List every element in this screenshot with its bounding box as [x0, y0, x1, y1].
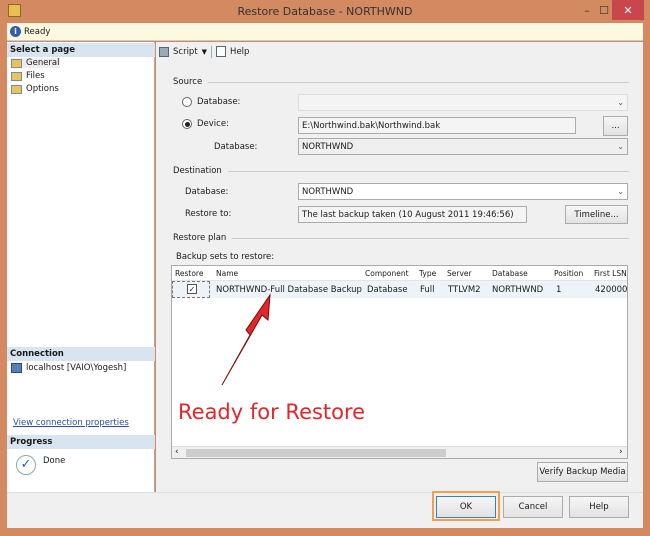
- column-header[interactable]: Component: [365, 269, 409, 278]
- ready-for-restore-annotation: Ready for Restore: [178, 400, 366, 424]
- device-path-field[interactable]: E:\Northwind.bak\Northwind.bak: [298, 117, 576, 134]
- grid-header: Restore Name Component Type Server Datab…: [172, 266, 627, 281]
- column-header[interactable]: Restore: [175, 269, 203, 278]
- destination-database-value: NORTHWND: [302, 186, 354, 197]
- view-connection-properties-link[interactable]: View connection properties: [13, 418, 129, 428]
- page-options[interactable]: Options: [11, 84, 59, 94]
- device-radio[interactable]: [182, 119, 192, 129]
- connection-label: localhost [VAIO\Yogesh]: [26, 363, 127, 373]
- scrollbar-thumb[interactable]: [186, 449, 446, 457]
- cancel-button[interactable]: Cancel: [503, 496, 563, 518]
- destination-header: Destination: [173, 166, 222, 176]
- column-header[interactable]: Name: [216, 269, 238, 278]
- restore-to-field: The last backup taken (10 August 2011 19…: [298, 206, 527, 223]
- backup-first-lsn: 42000000: [595, 284, 628, 295]
- maximize-button[interactable]: ☐: [596, 0, 612, 20]
- device-path-value: E:\Northwind.bak\Northwind.bak: [302, 120, 441, 131]
- page-icon: [11, 58, 22, 68]
- destination-section: Destination: [173, 166, 629, 176]
- column-header[interactable]: Database: [492, 269, 528, 278]
- backup-type: Full: [420, 284, 435, 295]
- horizontal-scrollbar[interactable]: ‹ ›: [172, 446, 627, 458]
- restore-to-value: The last backup taken (10 August 2011 19…: [302, 209, 514, 220]
- status-text: Ready: [24, 26, 51, 37]
- page-general[interactable]: General: [11, 58, 60, 68]
- page-icon: [11, 84, 22, 94]
- connection-item: localhost [VAIO\Yogesh]: [11, 363, 126, 373]
- restore-to-label: Restore to:: [185, 209, 232, 219]
- connection-header: Connection: [7, 347, 155, 361]
- restore-plan-header: Restore plan: [173, 233, 227, 243]
- backup-database: NORTHWND: [492, 284, 544, 295]
- source-database-label: Database:: [197, 97, 241, 107]
- destination-database-combo[interactable]: NORTHWND ⌄: [298, 183, 628, 200]
- red-arrow-annotation: [221, 293, 271, 386]
- help-dialog-button[interactable]: Help: [569, 496, 629, 518]
- browse-device-button[interactable]: ...: [603, 116, 628, 136]
- window-title: Restore Database - NORTHWND: [237, 5, 413, 18]
- page-label: Options: [26, 84, 59, 94]
- help-icon: [216, 46, 227, 57]
- close-button[interactable]: ✕: [612, 0, 644, 20]
- source-database-combo: ⌄: [298, 94, 628, 111]
- source-header: Source: [173, 77, 203, 87]
- title-bar: Restore Database - NORTHWND – ☐ ✕: [0, 0, 650, 23]
- toolbar: Script ▼ Help: [156, 42, 643, 61]
- page-icon: [11, 71, 22, 81]
- backup-server: TTLVM2: [448, 284, 481, 295]
- minimize-button[interactable]: –: [578, 0, 596, 20]
- progress-header: Progress: [7, 435, 155, 449]
- left-pane: Select a page General Files Options Conn…: [7, 42, 155, 494]
- column-header[interactable]: Type: [419, 269, 436, 278]
- chevron-down-icon: ⌄: [617, 187, 624, 196]
- progress-status: Done: [43, 456, 66, 466]
- select-page-header: Select a page: [7, 43, 155, 57]
- page-files[interactable]: Files: [11, 71, 45, 81]
- done-check-icon: ✓: [16, 455, 36, 475]
- help-button[interactable]: Help: [230, 47, 249, 57]
- ok-button[interactable]: OK: [436, 496, 496, 518]
- column-header[interactable]: First LSN: [594, 269, 627, 278]
- scroll-left-icon[interactable]: ‹: [175, 447, 179, 457]
- restore-plan-section: Restore plan: [173, 233, 629, 243]
- script-button[interactable]: Script: [173, 47, 198, 57]
- restore-checkbox[interactable]: ✓: [187, 284, 197, 294]
- backup-position: 1: [556, 284, 562, 295]
- column-header[interactable]: Server: [447, 269, 472, 278]
- chevron-down-icon: ⌄: [617, 98, 624, 107]
- backup-component: Database: [367, 284, 408, 295]
- info-icon: i: [10, 26, 21, 37]
- script-dropdown-icon[interactable]: ▼: [202, 48, 207, 56]
- server-icon: [11, 363, 22, 373]
- backup-sets-label: Backup sets to restore:: [176, 252, 275, 262]
- page-label: Files: [26, 71, 45, 81]
- chevron-down-icon: ⌄: [617, 142, 624, 151]
- source-section: Source: [173, 77, 629, 87]
- page-label: General: [26, 58, 60, 68]
- source-db-label: Database:: [214, 142, 258, 152]
- timeline-button[interactable]: Timeline...: [565, 205, 628, 224]
- toolbar-divider: [211, 45, 213, 58]
- destination-database-label: Database:: [185, 187, 229, 197]
- script-icon: [159, 46, 169, 57]
- source-db-combo[interactable]: NORTHWND ⌄: [298, 138, 628, 155]
- source-db-value: NORTHWND: [302, 141, 354, 152]
- verify-backup-media-button[interactable]: Verify Backup Media: [537, 462, 628, 482]
- status-bar: i Ready: [7, 23, 643, 41]
- scroll-right-icon[interactable]: ›: [619, 447, 623, 457]
- column-header[interactable]: Position: [554, 269, 583, 278]
- device-label: Device:: [197, 119, 229, 129]
- database-radio[interactable]: [182, 97, 192, 107]
